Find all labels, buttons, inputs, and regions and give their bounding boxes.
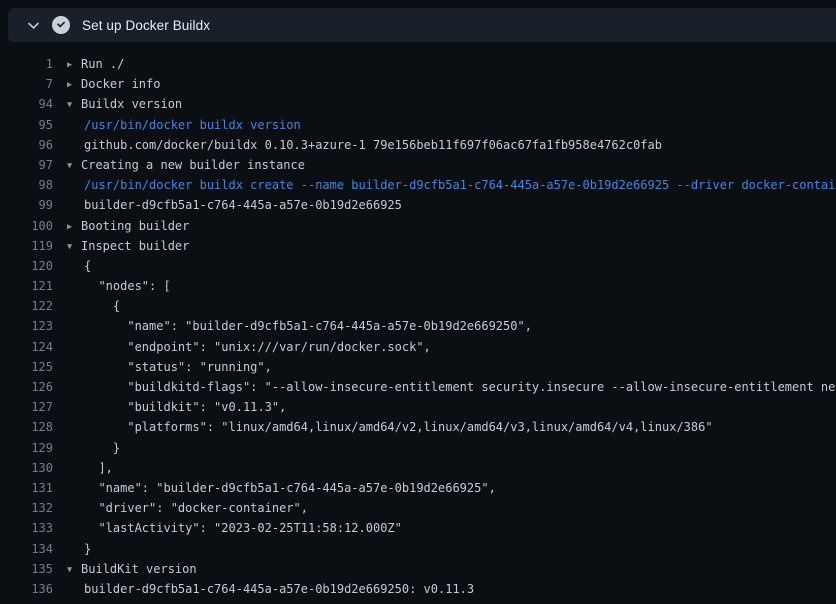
log-text: "endpoint": "unix:///var/run/docker.sock… [67, 340, 431, 354]
line-number[interactable]: 124 [0, 337, 53, 357]
log-line: 133 "lastActivity": "2023-02-25T11:58:12… [0, 518, 836, 538]
log-line: 122 { [0, 296, 836, 316]
line-number[interactable]: 126 [0, 377, 53, 397]
log-text[interactable]: Booting builder [81, 219, 189, 233]
log-line: 1 ▶Run ./ [0, 54, 836, 74]
log-line: 129 } [0, 438, 836, 458]
log-text[interactable]: Creating a new builder instance [81, 158, 305, 172]
log-line: 125 "status": "running", [0, 357, 836, 377]
line-number[interactable]: 94 [0, 94, 53, 114]
log-text[interactable]: Buildx version [81, 97, 182, 111]
line-number[interactable]: 127 [0, 397, 53, 417]
log-text: "lastActivity": "2023-02-25T11:58:12.000… [67, 521, 402, 535]
log-line: 7 ▶Docker info [0, 74, 836, 94]
line-number[interactable]: 136 [0, 579, 53, 599]
group-toggle-arrow-icon[interactable]: ▼ [67, 95, 81, 114]
line-number[interactable]: 122 [0, 296, 53, 316]
log-line: 135 ▼BuildKit version [0, 559, 836, 579]
log-view: 1 ▶Run ./ 7 ▶Docker info 94 ▼Buildx vers… [0, 54, 836, 599]
log-line: 121 "nodes": [ [0, 276, 836, 296]
log-line: 94 ▼Buildx version [0, 94, 836, 114]
log-text: "status": "running", [67, 360, 272, 374]
log-line: 95 /usr/bin/docker buildx version [0, 115, 836, 135]
log-line: 128 "platforms": "linux/amd64,linux/amd6… [0, 417, 836, 437]
log-line: 97 ▼Creating a new builder instance [0, 155, 836, 175]
line-number[interactable]: 96 [0, 135, 53, 155]
log-text: "name": "builder-d9cfb5a1-c764-445a-a57e… [67, 481, 496, 495]
group-toggle-arrow-icon[interactable]: ▶ [67, 55, 81, 74]
log-text: "platforms": "linux/amd64,linux/amd64/v2… [67, 420, 713, 434]
log-line: 132 "driver": "docker-container", [0, 498, 836, 518]
line-number[interactable]: 132 [0, 498, 53, 518]
log-text[interactable]: Inspect builder [81, 239, 189, 253]
log-text: "name": "builder-d9cfb5a1-c764-445a-a57e… [67, 319, 532, 333]
log-text: ], [67, 461, 113, 475]
line-number[interactable]: 120 [0, 256, 53, 276]
line-number[interactable]: 129 [0, 438, 53, 458]
log-text[interactable]: Docker info [81, 77, 160, 91]
log-line: 126 "buildkitd-flags": "--allow-insecure… [0, 377, 836, 397]
line-number[interactable]: 1 [0, 54, 53, 74]
log-line: 124 "endpoint": "unix:///var/run/docker.… [0, 337, 836, 357]
log-line: 100 ▶Booting builder [0, 216, 836, 236]
log-line: 120 { [0, 256, 836, 276]
line-number[interactable]: 100 [0, 216, 53, 236]
line-number[interactable]: 98 [0, 175, 53, 195]
line-number[interactable]: 125 [0, 357, 53, 377]
line-number[interactable]: 121 [0, 276, 53, 296]
line-number[interactable]: 135 [0, 559, 53, 579]
log-text: "buildkitd-flags": "--allow-insecure-ent… [67, 380, 836, 394]
log-line: 134 } [0, 539, 836, 559]
group-toggle-arrow-icon[interactable]: ▼ [67, 237, 81, 256]
log-line: 119 ▼Inspect builder [0, 236, 836, 256]
log-text: github.com/docker/buildx 0.10.3+azure-1 … [67, 138, 662, 152]
line-number[interactable]: 97 [0, 155, 53, 175]
log-text: /usr/bin/docker buildx create --name bui… [67, 178, 836, 192]
log-line: 131 "name": "builder-d9cfb5a1-c764-445a-… [0, 478, 836, 498]
group-toggle-arrow-icon[interactable]: ▶ [67, 75, 81, 94]
line-number[interactable]: 131 [0, 478, 53, 498]
line-number[interactable]: 95 [0, 115, 53, 135]
chevron-down-icon[interactable] [26, 18, 41, 33]
group-toggle-arrow-icon[interactable]: ▶ [67, 217, 81, 236]
group-toggle-arrow-icon[interactable]: ▼ [67, 156, 81, 175]
log-text: builder-d9cfb5a1-c764-445a-a57e-0b19d2e6… [67, 198, 402, 212]
line-number[interactable]: 134 [0, 539, 53, 559]
log-text[interactable]: BuildKit version [81, 562, 197, 576]
log-line: 123 "name": "builder-d9cfb5a1-c764-445a-… [0, 316, 836, 336]
line-number[interactable]: 128 [0, 417, 53, 437]
log-text: /usr/bin/docker buildx version [67, 118, 301, 132]
log-line: 98 /usr/bin/docker buildx create --name … [0, 175, 836, 195]
log-line: 99 builder-d9cfb5a1-c764-445a-a57e-0b19d… [0, 195, 836, 215]
log-text[interactable]: Run ./ [81, 57, 124, 71]
log-line: 136 builder-d9cfb5a1-c764-445a-a57e-0b19… [0, 579, 836, 599]
log-text: "nodes": [ [67, 279, 171, 293]
log-text: } [67, 542, 91, 556]
log-text: builder-d9cfb5a1-c764-445a-a57e-0b19d2e6… [67, 582, 474, 596]
group-toggle-arrow-icon[interactable]: ▼ [67, 560, 81, 579]
log-line: 127 "buildkit": "v0.11.3", [0, 397, 836, 417]
line-number[interactable]: 7 [0, 74, 53, 94]
log-text: } [67, 441, 120, 455]
log-text: { [67, 259, 91, 273]
log-text: { [67, 299, 120, 313]
line-number[interactable]: 130 [0, 458, 53, 478]
line-number[interactable]: 133 [0, 518, 53, 538]
log-text: "buildkit": "v0.11.3", [67, 400, 286, 414]
log-line: 96 github.com/docker/buildx 0.10.3+azure… [0, 135, 836, 155]
log-text: "driver": "docker-container", [67, 501, 308, 515]
line-number[interactable]: 119 [0, 236, 53, 256]
check-circle-icon [52, 16, 70, 34]
step-title: Set up Docker Buildx [82, 18, 210, 33]
line-number[interactable]: 99 [0, 195, 53, 215]
log-line: 130 ], [0, 458, 836, 478]
step-header[interactable]: Set up Docker Buildx [8, 8, 836, 42]
line-number[interactable]: 123 [0, 316, 53, 336]
